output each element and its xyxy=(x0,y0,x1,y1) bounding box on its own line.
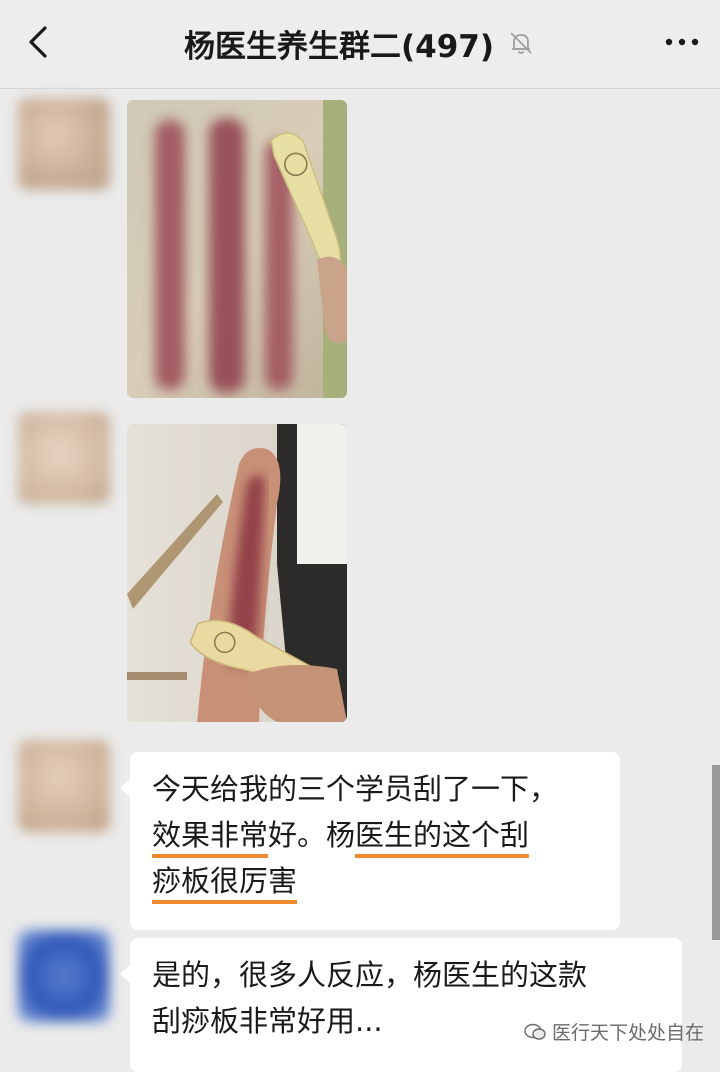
highlight-underline: 医生的这个刮 xyxy=(355,818,530,858)
watermark: 医行天下处处自在 xyxy=(524,1018,704,1045)
highlight-underline: 效果非常 xyxy=(152,818,269,858)
message-text: 好。杨 xyxy=(268,818,356,852)
highlight-underline: 痧板很厉害 xyxy=(152,864,298,904)
text-message-bubble[interactable]: 是的，很多人反应，杨医生的这款 刮痧板非常好用... xyxy=(120,938,682,1072)
image-message-arm[interactable] xyxy=(127,424,347,722)
avatar[interactable] xyxy=(18,98,110,190)
watermark-text: 医行天下处处自在 xyxy=(551,1022,704,1044)
text-message-bubble[interactable]: 今天给我的三个学员刮了一下， 效果非常好。杨医生的这个刮 痧板很厉害 xyxy=(120,752,620,930)
chat-header: 杨医生养生群二(497) xyxy=(0,0,720,89)
chevron-left-icon[interactable] xyxy=(18,20,62,64)
wechat-icon xyxy=(524,1023,546,1040)
more-horizontal-icon[interactable] xyxy=(660,22,704,62)
arm-gua-sha-photo xyxy=(127,424,347,722)
avatar[interactable] xyxy=(18,740,110,832)
chat-title-area: 杨医生养生群二(497) xyxy=(150,18,570,68)
message-line: 是的，很多人反应，杨医生的这款 xyxy=(152,958,588,992)
message-line: 痧板很厉害 xyxy=(152,858,600,904)
back-gua-sha-photo xyxy=(127,100,347,398)
chat-title: 杨医生养生群二(497) xyxy=(183,28,495,65)
bell-off-icon xyxy=(510,32,532,54)
scrollbar[interactable] xyxy=(712,765,720,940)
avatar[interactable] xyxy=(18,930,110,1022)
image-message-back[interactable] xyxy=(127,100,347,398)
avatar[interactable] xyxy=(18,412,110,504)
message-line: 今天给我的三个学员刮了一下， xyxy=(152,772,559,806)
message-line: 效果非常好。杨医生的这个刮 xyxy=(152,812,600,858)
